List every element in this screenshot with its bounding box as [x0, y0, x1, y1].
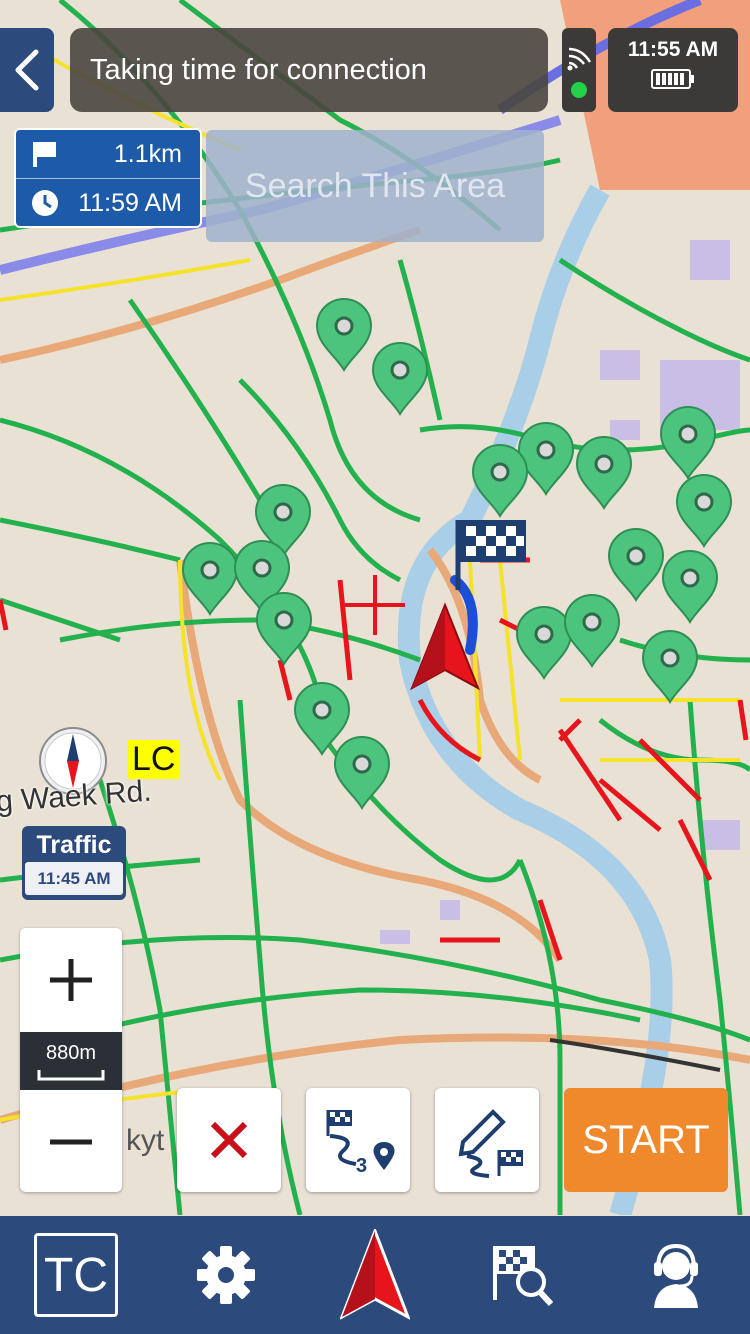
settings-icon — [197, 1246, 255, 1304]
edit-route-icon — [458, 1109, 523, 1178]
cancel-route-button[interactable] — [177, 1088, 281, 1192]
route-summary[interactable]: 1.1km 11:59 AM — [14, 128, 202, 228]
route-waypoints-icon: 3 — [326, 1110, 395, 1177]
tc-label: TC — [44, 1248, 108, 1302]
waypoints-button[interactable]: 3 — [306, 1088, 410, 1192]
connection-toast: Taking time for connection — [70, 28, 548, 112]
back-button[interactable] — [0, 28, 54, 112]
poi-label: LC — [128, 740, 180, 779]
traffic-label: Traffic — [36, 831, 112, 859]
nav-tc[interactable]: TC — [30, 1230, 122, 1320]
zoom-in-button[interactable] — [20, 928, 122, 1032]
signal-indicator — [562, 28, 596, 112]
route-distance: 1.1km — [113, 139, 182, 168]
bottom-navigation: TC — [0, 1216, 750, 1334]
nav-route-search[interactable] — [476, 1230, 568, 1320]
clock-icon — [32, 190, 58, 216]
status-clock: 11:55 AM — [608, 28, 738, 112]
road-label-bottom: kyt — [126, 1124, 165, 1157]
search-this-area-label: Search This Area — [244, 166, 506, 205]
flag-icon — [33, 142, 56, 167]
search-this-area-button[interactable]: Search This Area — [206, 130, 544, 242]
navigation-arrow-icon — [340, 1229, 410, 1320]
plus-icon — [50, 959, 92, 1001]
clock-time: 11:55 AM — [627, 38, 719, 61]
support-icon — [654, 1243, 698, 1308]
map-scale: 880m — [20, 1032, 122, 1090]
traffic-status[interactable]: Traffic 11:45 AM — [22, 826, 126, 900]
route-search-icon — [493, 1246, 554, 1307]
nav-navigation[interactable] — [326, 1229, 424, 1320]
nav-support[interactable] — [630, 1230, 722, 1320]
close-icon — [210, 1121, 248, 1159]
scale-value: 880m — [45, 1042, 97, 1064]
minus-icon — [50, 1139, 92, 1145]
wifi-signal-icon — [567, 47, 592, 98]
connection-message: Taking time for connection — [90, 53, 427, 86]
route-eta: 11:59 AM — [78, 188, 182, 217]
nav-settings[interactable] — [180, 1230, 272, 1320]
zoom-control: 880m — [20, 928, 122, 1192]
battery-icon — [651, 69, 694, 89]
edit-route-button[interactable] — [435, 1088, 539, 1192]
chevron-left-icon — [15, 49, 39, 91]
scale-bar-icon — [37, 1070, 105, 1081]
start-label: START — [582, 1117, 710, 1162]
traffic-time: 11:45 AM — [25, 862, 123, 895]
start-button[interactable]: START — [564, 1088, 728, 1192]
svg-text:3: 3 — [356, 1155, 367, 1177]
zoom-out-button[interactable] — [20, 1090, 122, 1194]
